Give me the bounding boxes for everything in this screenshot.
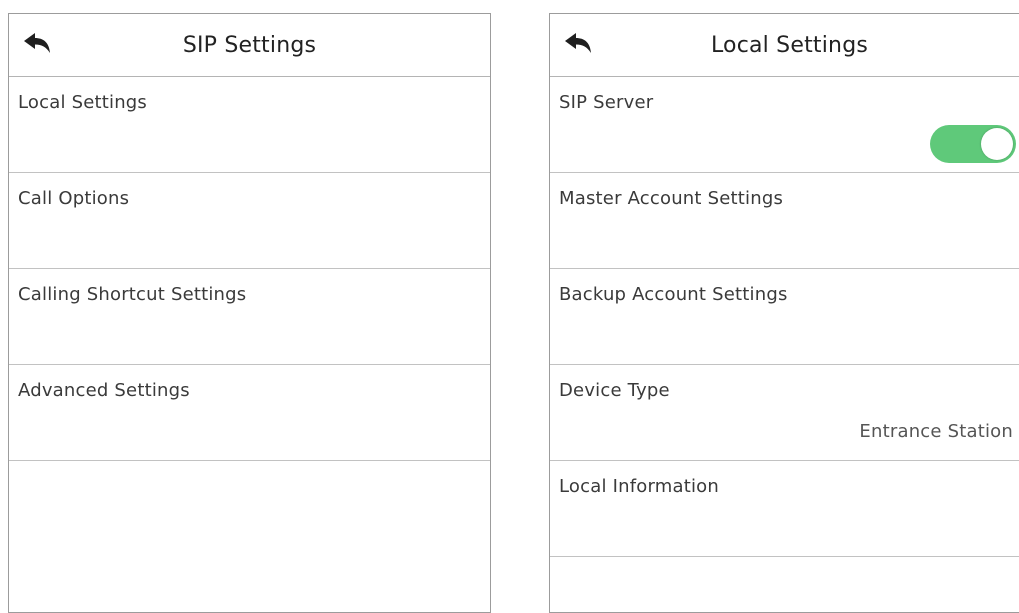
setting-sip-server: SIP Server: [550, 77, 1019, 173]
setting-label: Master Account Settings: [559, 188, 784, 209]
menu-item-calling-shortcut-settings[interactable]: Calling Shortcut Settings: [9, 269, 490, 365]
setting-backup-account[interactable]: Backup Account Settings: [550, 269, 1019, 365]
local-settings-header: Local Settings: [550, 14, 1019, 77]
toggle-knob: [981, 128, 1013, 160]
page-title: SIP Settings: [182, 33, 317, 58]
sip-settings-panel: SIP Settings Local Settings Call Options…: [8, 13, 491, 613]
menu-item-label: Calling Shortcut Settings: [18, 284, 247, 305]
setting-master-account[interactable]: Master Account Settings: [550, 173, 1019, 269]
setting-label: Device Type: [559, 380, 670, 401]
menu-item-call-options[interactable]: Call Options: [9, 173, 490, 269]
menu-item-advanced-settings[interactable]: Advanced Settings: [9, 365, 490, 461]
menu-item-label: Local Settings: [18, 92, 148, 113]
setting-label: Backup Account Settings: [559, 284, 788, 305]
menu-item-label: Advanced Settings: [18, 380, 190, 401]
menu-item-label: Call Options: [18, 188, 130, 209]
device-type-value: Entrance Station: [859, 421, 1013, 442]
menu-item-local-settings[interactable]: Local Settings: [9, 77, 490, 173]
sip-settings-header: SIP Settings: [9, 14, 490, 77]
local-settings-panel: Local Settings SIP Server Master Account…: [549, 13, 1019, 613]
setting-label: SIP Server: [559, 92, 654, 113]
setting-label: Local Information: [559, 476, 719, 497]
setting-device-type[interactable]: Device Type Entrance Station: [550, 365, 1019, 461]
setting-local-information[interactable]: Local Information: [550, 461, 1019, 557]
sip-server-toggle[interactable]: [930, 125, 1016, 163]
page-title: Local Settings: [710, 33, 869, 58]
